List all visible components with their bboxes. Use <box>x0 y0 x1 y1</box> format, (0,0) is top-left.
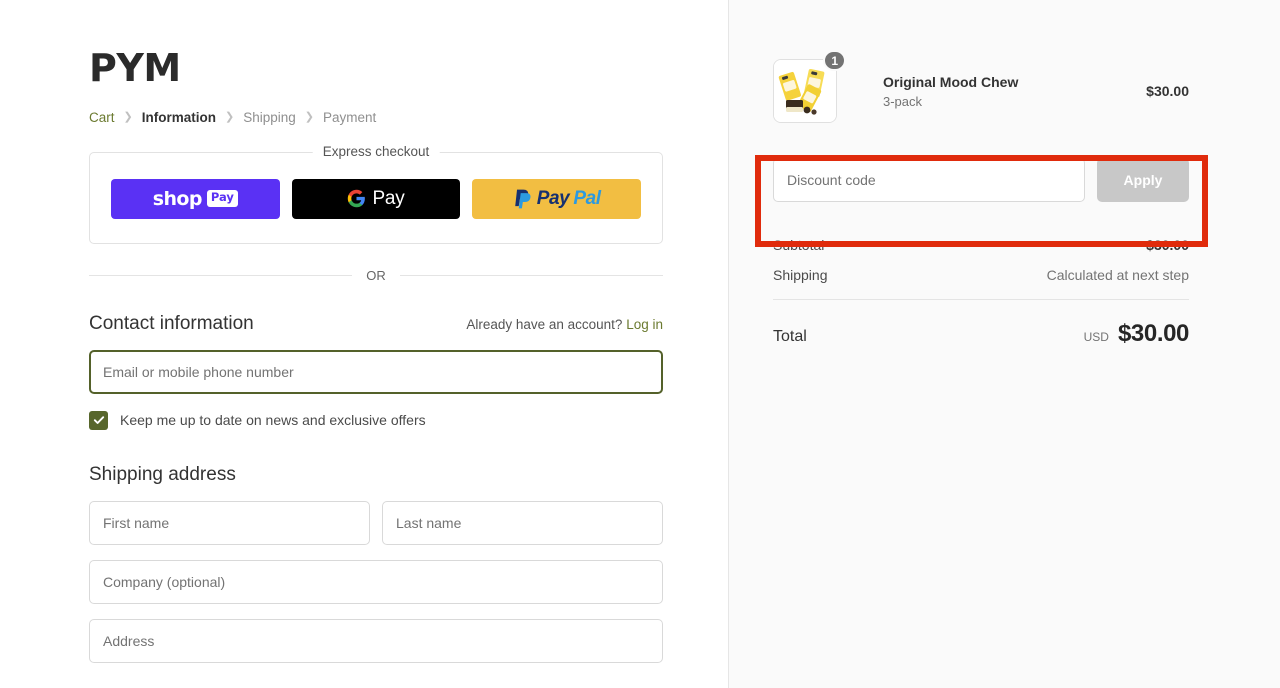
divider-line-left <box>89 274 353 276</box>
line-item-variant: 3-pack <box>883 94 923 110</box>
apply-discount-button[interactable]: Apply <box>1097 158 1189 202</box>
chevron-right-icon: ❯ <box>304 111 314 124</box>
shipping-address-title: Shipping address <box>89 463 236 485</box>
google-pay-button[interactable]: Pay <box>291 178 461 219</box>
paypal-monogram-icon <box>514 189 531 208</box>
product-thumbnail-wrapper: 1 <box>773 50 846 123</box>
last-name-input[interactable] <box>382 500 663 545</box>
company-input[interactable] <box>89 559 663 604</box>
log-in-link[interactable]: Log in <box>626 317 663 332</box>
breadcrumb-item-shipping: Shipping <box>243 110 296 125</box>
shipping-value: Calculated at next step <box>1046 267 1189 283</box>
newsletter-label: Keep me up to date on news and exclusive… <box>120 412 426 428</box>
subtotal-value: $30.00 <box>1146 237 1189 253</box>
discount-code-input[interactable] <box>773 158 1085 202</box>
account-prompt: Already have an account? Log in <box>466 317 663 332</box>
grand-total-currency: USD <box>1083 330 1109 344</box>
grand-total-label: Total <box>773 328 807 345</box>
breadcrumb-item-payment: Payment <box>322 110 377 125</box>
paypal-button[interactable]: Pay Pal <box>472 178 642 219</box>
paypal-wordmark-pal: Pal <box>573 187 601 209</box>
or-label: OR <box>366 267 386 283</box>
paypal-wordmark-pay: Pay <box>536 187 570 209</box>
paypal-icon: Pay Pal <box>513 188 601 210</box>
order-totals: Subtotal $30.00 Shipping Calculated at n… <box>773 237 1189 348</box>
line-item-price: $30.00 <box>1146 83 1189 99</box>
google-pay-icon: Pay <box>347 187 405 210</box>
contact-information-header: Contact information Already have an acco… <box>89 313 663 335</box>
brand-logo[interactable]: PYM <box>89 49 663 87</box>
mood-chew-product-image <box>774 60 836 122</box>
grand-total-amount: $30.00 <box>1117 320 1189 347</box>
shipping-row: Shipping Calculated at next step <box>773 267 1189 283</box>
line-item-quantity-badge: 1 <box>823 50 846 71</box>
order-line-item: 1 Original Mood Chew 3-pack $30.00 <box>773 0 1189 123</box>
account-prompt-text: Already have an account? <box>466 316 623 332</box>
subtotal-label: Subtotal <box>773 237 825 253</box>
grand-total-amount-group: USD $30.00 <box>1083 320 1190 348</box>
breadcrumb-item-information[interactable]: Information <box>142 111 216 125</box>
express-checkout-section: Express checkout shop Pay Pay Pay Pal <box>89 143 663 244</box>
express-checkout-title: Express checkout <box>312 143 440 159</box>
discount-section: Apply <box>773 158 1189 202</box>
name-fields-row <box>89 486 663 545</box>
address-input[interactable] <box>89 618 663 663</box>
chevron-right-icon: ❯ <box>123 111 133 124</box>
line-item-details: Original Mood Chew 3-pack <box>883 73 1146 110</box>
shop-pay-wordmark: shop <box>152 187 203 210</box>
line-item-title: Original Mood Chew <box>883 73 1019 90</box>
checkout-page: PYM Cart ❯ Information ❯ Shipping ❯ Paym… <box>0 0 1280 688</box>
contact-information-title: Contact information <box>89 312 254 334</box>
subtotal-row: Subtotal $30.00 <box>773 237 1189 253</box>
shop-pay-button[interactable]: shop Pay <box>111 178 280 219</box>
breadcrumb: Cart ❯ Information ❯ Shipping ❯ Payment <box>89 111 663 125</box>
newsletter-checkbox-row[interactable]: Keep me up to date on news and exclusive… <box>89 410 663 430</box>
breadcrumb-item-cart[interactable]: Cart <box>89 111 115 125</box>
checkout-main-column: PYM Cart ❯ Information ❯ Shipping ❯ Paym… <box>0 0 728 688</box>
chevron-right-icon: ❯ <box>224 111 235 124</box>
shipping-label: Shipping <box>773 267 828 283</box>
grand-total-row: Total USD $30.00 <box>773 320 1189 348</box>
shop-pay-badge: Pay <box>206 190 238 207</box>
or-divider: OR <box>89 268 663 283</box>
google-pay-wordmark: Pay <box>372 187 405 209</box>
first-name-input[interactable] <box>89 500 370 545</box>
shop-pay-icon: shop Pay <box>153 188 238 210</box>
email-or-phone-input[interactable] <box>89 349 663 394</box>
newsletter-checkbox[interactable] <box>89 410 108 430</box>
totals-divider <box>773 299 1189 300</box>
order-summary-column: 1 Original Mood Chew 3-pack $30.00 Apply… <box>728 0 1280 688</box>
check-icon <box>93 416 104 424</box>
google-g-icon <box>348 189 366 208</box>
divider-line-right <box>399 274 663 276</box>
